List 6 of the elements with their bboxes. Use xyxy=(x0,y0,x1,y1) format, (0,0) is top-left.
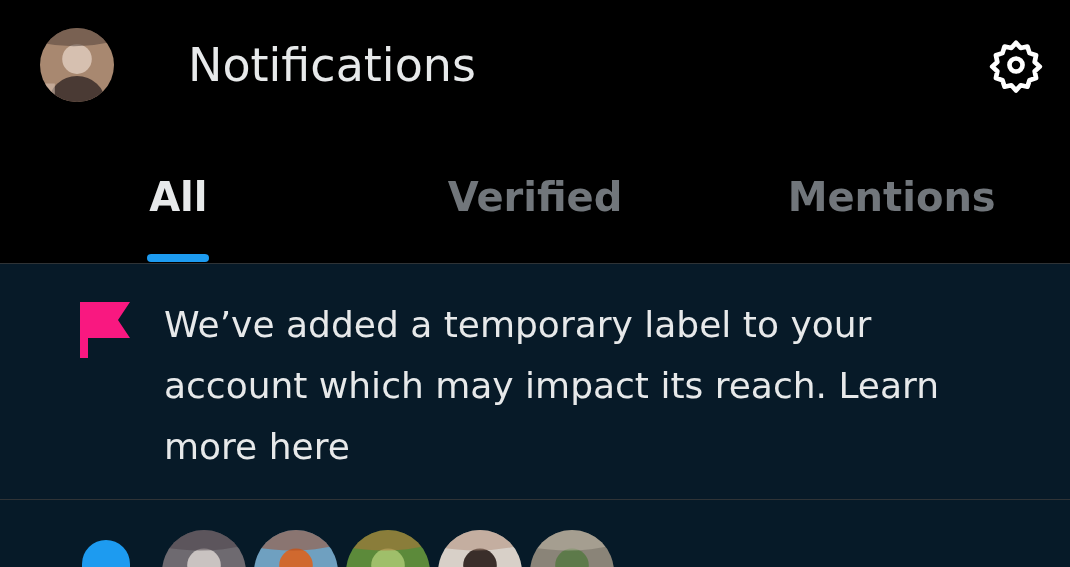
tab[interactable]: Mentions xyxy=(713,130,1070,263)
flag-icon xyxy=(80,302,130,358)
tab[interactable]: Verified xyxy=(356,130,714,263)
settings-icon[interactable] xyxy=(988,37,1044,93)
page-title: Notifications xyxy=(188,36,476,94)
tab[interactable]: All xyxy=(0,130,357,263)
